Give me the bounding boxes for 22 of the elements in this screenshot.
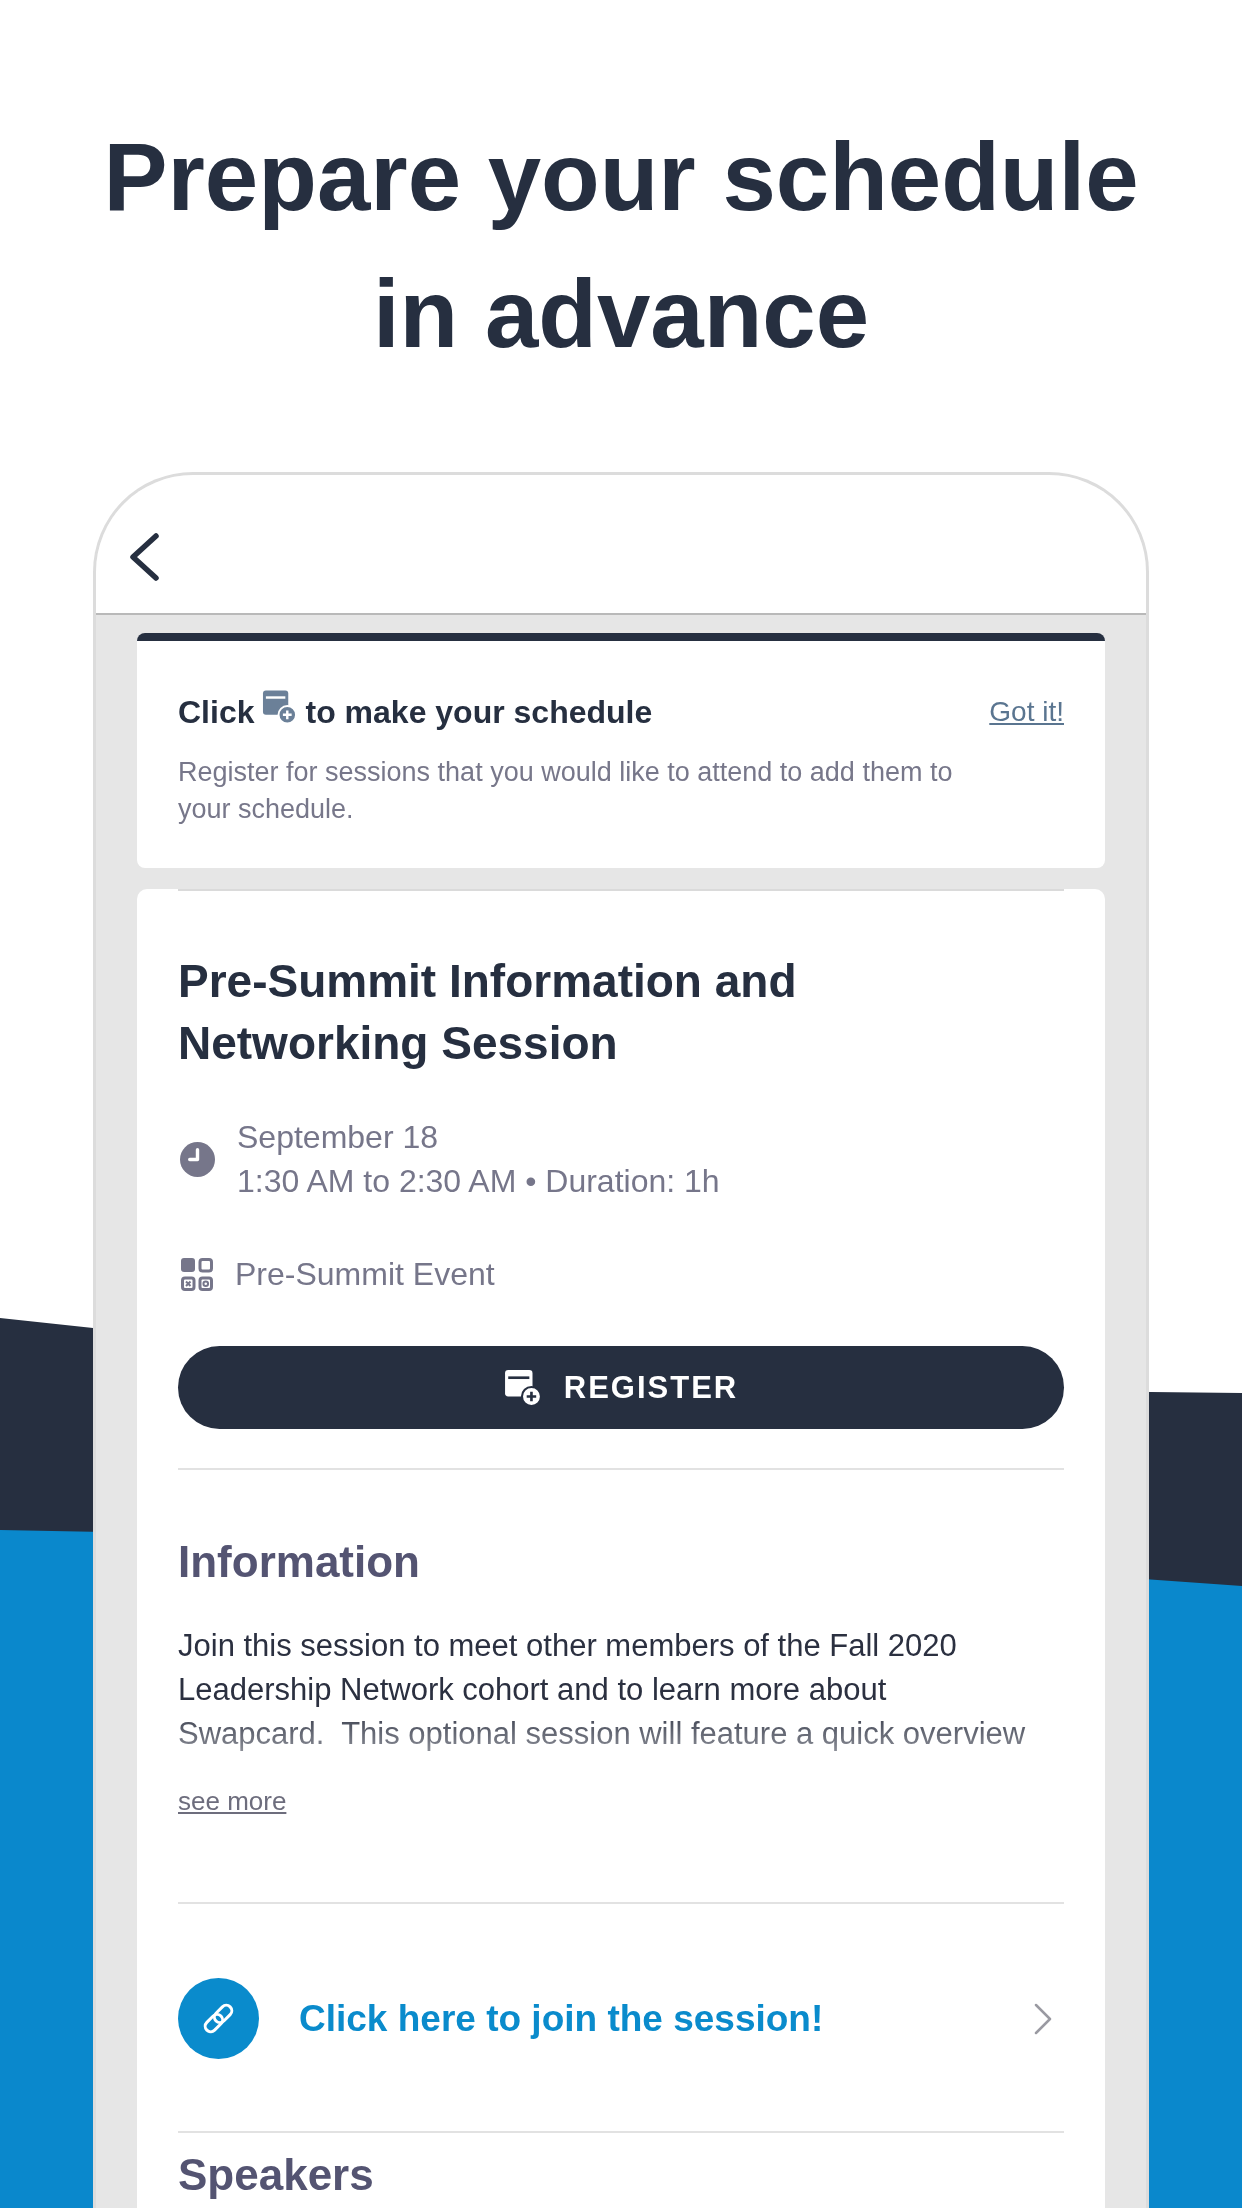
grid-icon [181,1257,213,1291]
calendar-plus-icon [262,689,298,725]
register-button[interactable]: REGISTER [178,1346,1064,1429]
calendar-plus-icon [503,1368,542,1407]
clock-icon [180,1141,215,1177]
session-time: 1:30 AM to 2:30 AM • Duration: 1h [237,1162,720,1201]
information-text: Join this session to meet other members of the Fall 2020 Leadership Network cohort and to learn more about Swapcard. This optional session will feature a quick overview [178,1627,1027,1753]
tip-title-text: to make your schedule [305,693,653,732]
session-title: Pre-Summit Information and Networking Session [178,954,798,1071]
join-session-link[interactable]: Click here to join the session! [299,1997,824,2040]
session-date: September 18 [237,1118,439,1157]
section-heading: Speakers [178,2151,375,2199]
section-heading: Information [178,1536,421,1588]
session-category: Pre-Summit Event [235,1255,495,1294]
dismiss-link[interactable]: Got it! [989,692,1064,732]
chevron-right-icon[interactable] [1033,2001,1053,2036]
link-icon [178,1978,259,2059]
tip-title-text: Click [178,693,255,732]
headline: Prepare your schedule in advance [102,122,1140,369]
tip-description: Register for sessions that you would like to attend to add them to your schedule. [178,756,954,826]
back-icon[interactable] [127,532,161,582]
see-more-link[interactable]: see more [178,1783,287,1819]
